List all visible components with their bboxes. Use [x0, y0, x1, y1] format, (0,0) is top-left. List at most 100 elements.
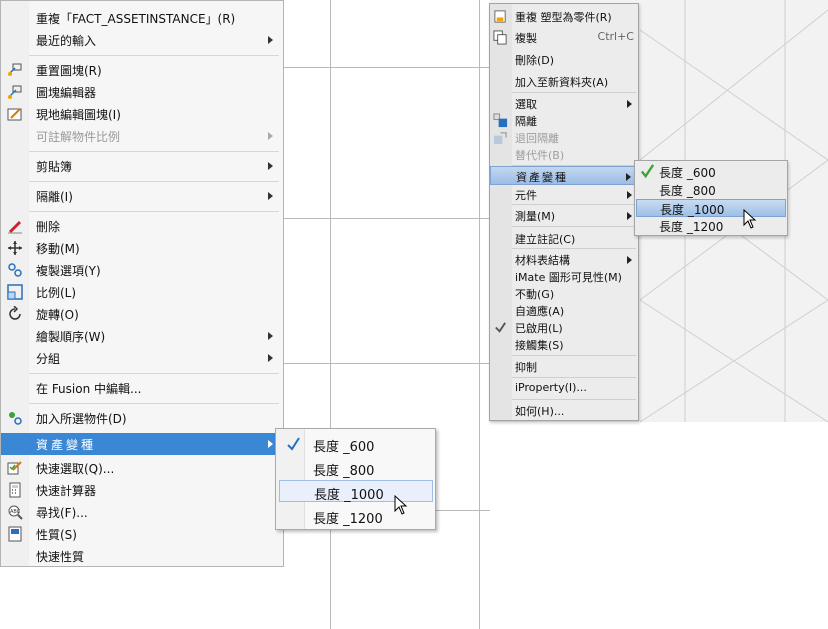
- menu-item-label: 在 Fusion 中編輯...: [36, 382, 142, 396]
- menu-item-label: 複製選項(Y): [36, 264, 101, 278]
- menu-item-move[interactable]: 移動(M): [1, 237, 283, 259]
- menu-item-label: 快速性質: [36, 550, 85, 564]
- menu-item-group[interactable]: 分組: [1, 347, 283, 369]
- menu-item-isolate[interactable]: 隔離(I): [1, 185, 283, 207]
- scale-icon: [7, 284, 23, 300]
- canvas-line: [284, 67, 490, 68]
- submenu-arrow-icon: [268, 132, 273, 140]
- menu-item-label: 性質(S): [36, 528, 77, 542]
- menu-item-label: 加入所選物件(D): [36, 412, 127, 426]
- menu-item-label: 重複「FACT_ASSETINSTANCE」(R): [36, 12, 236, 26]
- menu-item-label: 資產變種: [516, 171, 568, 184]
- menu-item-label: 繪製順序(W): [36, 330, 106, 344]
- submenu-arrow-icon: [268, 354, 273, 362]
- menu-item-annotative-object-scale[interactable]: 可註解物件比例: [1, 125, 283, 147]
- submenu-item-length-1200[interactable]: 長度 _1200: [636, 217, 786, 235]
- submenu-asset-variant-left: 長度 _600 長度 _800 長度 _1000 長度 _1200: [275, 428, 436, 530]
- menu-item-component[interactable]: 元件: [490, 185, 638, 204]
- menu-item-block-editor[interactable]: 圖塊編輯器: [1, 81, 283, 103]
- menu-item-delete[interactable]: 刪除(D): [490, 50, 638, 69]
- menu-item-reset-block[interactable]: 重置圖塊(R): [1, 59, 283, 81]
- menu-item-how-to[interactable]: 如何(H)...: [490, 401, 638, 420]
- menu-item-suppress[interactable]: 抑制: [490, 357, 638, 376]
- menu-item-draw-order[interactable]: 繪製順序(W): [1, 325, 283, 347]
- submenu-item-label: 長度 _800: [313, 464, 375, 479]
- submenu-item-length-1000[interactable]: 長度 _1000: [279, 480, 433, 503]
- menu-item-add-to-new-folder[interactable]: 加入至新資料夾(A): [490, 72, 638, 91]
- submenu-asset-variant-right: 長度 _600 長度 _800 長度 _1000 長度 _1200: [634, 160, 788, 236]
- submenu-arrow-icon: [627, 256, 632, 264]
- menu-item-add-selected[interactable]: 加入所選物件(D): [1, 407, 283, 429]
- menu-item-edit-in-fusion[interactable]: 在 Fusion 中編輯...: [1, 377, 283, 399]
- submenu-item-length-600[interactable]: 長度 _600: [636, 163, 786, 181]
- menu-item-quickcalc[interactable]: 快速計算器: [1, 479, 283, 501]
- menu-item-label: 材料表結構: [515, 254, 570, 267]
- menu-item-label: 現地編輯圖塊(I): [36, 108, 121, 122]
- submenu-arrow-icon: [268, 440, 273, 448]
- menu-item-clipboard[interactable]: 剪貼簿: [1, 155, 283, 177]
- menu-separator: [512, 399, 636, 400]
- menu-item-label: 元件: [515, 189, 537, 202]
- menu-item-label: 已啟用(L): [515, 322, 563, 335]
- submenu-item-length-1000[interactable]: 長度 _1000: [636, 199, 786, 217]
- menu-separator: [512, 204, 636, 205]
- menu-item-label: 移動(M): [36, 242, 80, 256]
- menu-item-label: 快速計算器: [36, 484, 97, 498]
- block-reset-icon: [8, 63, 22, 76]
- rotate-icon: [9, 306, 21, 320]
- quick-select-icon: [7, 461, 22, 475]
- menu-item-substitute[interactable]: 替代件(B): [490, 145, 638, 164]
- menu-item-copy-selection[interactable]: 複製選項(Y): [1, 259, 283, 281]
- part-icon: [494, 10, 506, 23]
- menu-item-repeat-fact-assetinstance[interactable]: 重複「FACT_ASSETINSTANCE」(R): [1, 7, 283, 29]
- menu-item-label: 隔離(I): [36, 190, 73, 204]
- shortcut-label: Ctrl+C: [597, 30, 634, 43]
- menu-item-properties[interactable]: 性質(S): [1, 523, 283, 545]
- menu-item-label: 刪除(D): [515, 54, 555, 67]
- edit-in-place-icon: [7, 108, 22, 121]
- mouse-cursor-icon: [743, 209, 757, 229]
- context-menu-right: 重複 塑型為零件(R) 複製 Ctrl+C 刪除(D) 加入至新資料夾(A) 選取…: [489, 3, 639, 421]
- menu-item-create-note[interactable]: 建立註記(C): [490, 229, 638, 248]
- menu-item-recent-input[interactable]: 最近的輸入: [1, 29, 283, 51]
- check-icon: [640, 164, 655, 179]
- menu-item-label: 替代件(B): [515, 149, 565, 162]
- submenu-arrow-icon: [268, 36, 273, 44]
- menu-item-erase[interactable]: 刪除: [1, 215, 283, 237]
- menu-item-contact-set[interactable]: 接觸集(S): [490, 335, 638, 354]
- menu-item-label: 分組: [36, 352, 61, 366]
- menu-separator: [29, 211, 279, 212]
- submenu-item-label: 長度 _600: [659, 166, 716, 180]
- submenu-item-label: 長度 _1000: [660, 203, 725, 217]
- menu-item-edit-block-in-place[interactable]: 現地編輯圖塊(I): [1, 103, 283, 125]
- mouse-cursor-icon: [394, 495, 408, 515]
- check-icon: [495, 322, 506, 333]
- svg-text:ABC: ABC: [10, 509, 21, 515]
- menu-item-rotate[interactable]: 旋轉(O): [1, 303, 283, 325]
- menu-separator: [512, 377, 636, 378]
- menu-item-quick-properties[interactable]: 快速性質: [1, 545, 283, 567]
- submenu-item-length-800[interactable]: 長度 _800: [636, 181, 786, 199]
- menu-item-label: 旋轉(O): [36, 308, 79, 322]
- menu-item-iproperty[interactable]: iProperty(I)...: [490, 379, 638, 398]
- move-icon: [8, 241, 22, 255]
- submenu-item-length-600[interactable]: 長度 _600: [279, 433, 433, 455]
- menu-item-asset-variant[interactable]: 資產變種: [1, 433, 283, 455]
- menu-item-replace-proxy[interactable]: 重複 塑型為零件(R): [490, 7, 638, 26]
- submenu-arrow-icon: [627, 191, 632, 199]
- menu-item-find[interactable]: ABC 尋找(F)...: [1, 501, 283, 523]
- menu-item-measure[interactable]: 測量(M): [490, 206, 638, 225]
- menu-item-quick-select[interactable]: 快速選取(Q)...: [1, 457, 283, 479]
- submenu-item-length-1200[interactable]: 長度 _1200: [279, 505, 433, 527]
- submenu-item-length-800[interactable]: 長度 _800: [279, 457, 433, 479]
- menu-item-asset-variant[interactable]: 資產變種: [490, 166, 638, 185]
- menu-separator: [512, 92, 636, 93]
- menu-item-scale[interactable]: 比例(L): [1, 281, 283, 303]
- menu-item-label: 快速選取(Q)...: [36, 462, 115, 476]
- menu-separator: [512, 355, 636, 356]
- properties-icon: [8, 526, 22, 542]
- submenu-arrow-icon: [268, 162, 273, 170]
- calculator-icon: [9, 482, 21, 498]
- menu-item-copy[interactable]: 複製 Ctrl+C: [490, 28, 638, 47]
- menu-item-label: 重置圖塊(R): [36, 64, 102, 78]
